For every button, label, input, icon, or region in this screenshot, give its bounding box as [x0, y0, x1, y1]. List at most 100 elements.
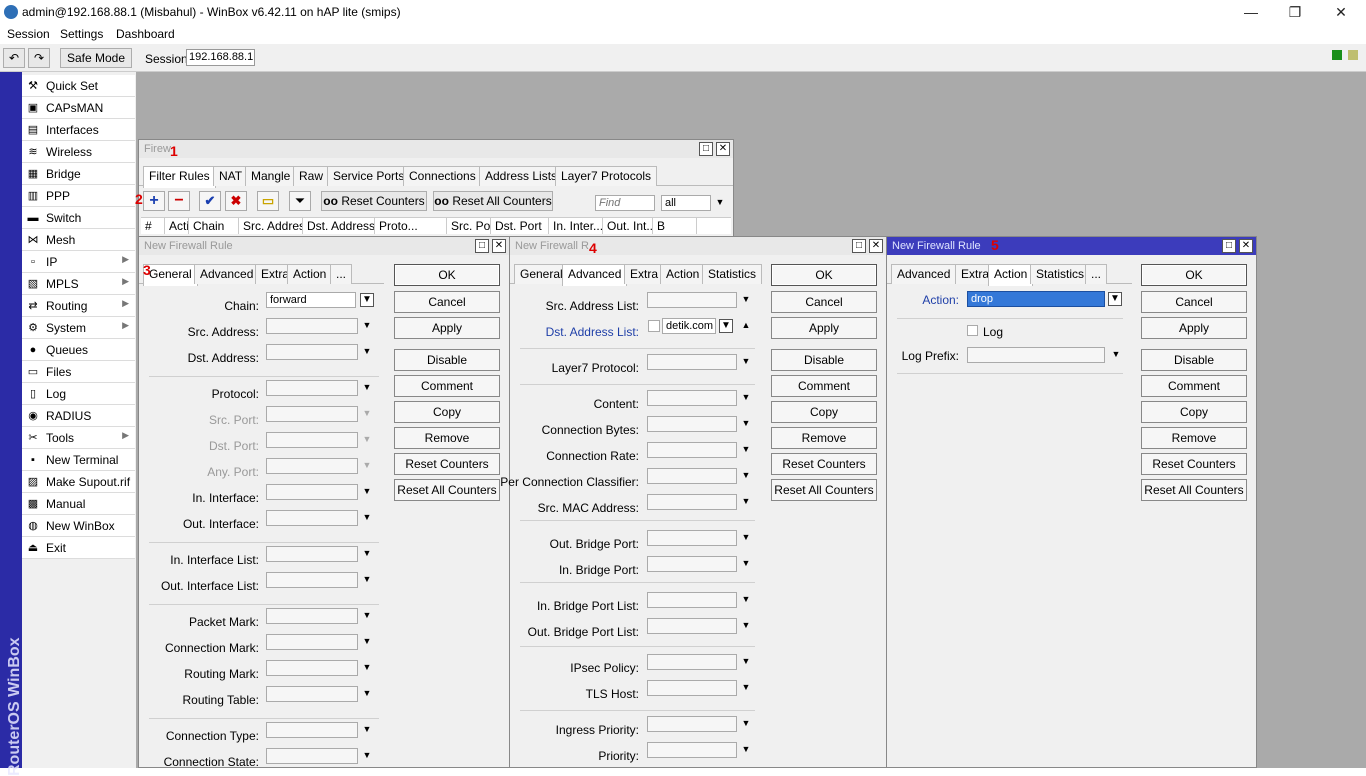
- redo-button[interactable]: ↷: [28, 48, 50, 68]
- connection-bytes-field[interactable]: [647, 416, 737, 432]
- out-interface-dropdown-icon[interactable]: ▼: [362, 512, 372, 522]
- reset-counters-button[interactable]: Reset Counters: [1141, 453, 1247, 475]
- remove-button[interactable]: Remove: [1141, 427, 1247, 449]
- reset-counters-button[interactable]: oo Reset Counters: [321, 191, 427, 211]
- tab-action[interactable]: Action: [660, 264, 706, 284]
- sidebar-item-manual[interactable]: ▩ Manual: [22, 493, 135, 515]
- ok-button[interactable]: OK: [394, 264, 500, 286]
- copy-button[interactable]: Copy: [394, 401, 500, 423]
- column-dst-address[interactable]: Dst. Address: [303, 218, 375, 234]
- comment-icon[interactable]: ▭: [257, 191, 279, 211]
- tab-connections[interactable]: Connections: [403, 166, 482, 186]
- ingress-priority-field[interactable]: [647, 716, 737, 732]
- menu-dashboard[interactable]: Dashboard: [116, 27, 175, 41]
- in-bridge-port-field[interactable]: [647, 556, 737, 572]
- in-bridge-port-list-dropdown-icon[interactable]: ▼: [741, 594, 751, 604]
- tab-advanced[interactable]: Advanced: [194, 264, 260, 284]
- out-interface-list-dropdown-icon[interactable]: ▼: [362, 574, 372, 584]
- sidebar-item-system[interactable]: ⚙ System ▶: [22, 317, 135, 339]
- filter-select[interactable]: all: [661, 195, 711, 211]
- column-dst-port[interactable]: Dst. Port: [491, 218, 549, 234]
- out-bridge-port-field[interactable]: [647, 530, 737, 546]
- tab-action[interactable]: Action: [287, 264, 333, 284]
- dst-address-dropdown-icon[interactable]: ▼: [362, 346, 372, 356]
- ingress-priority-dropdown-icon[interactable]: ▼: [741, 718, 751, 728]
- undo-button[interactable]: ↶: [3, 48, 25, 68]
- tab-advanced[interactable]: Advanced: [891, 264, 957, 284]
- in-bridge-port-list-field[interactable]: [647, 592, 737, 608]
- routing-table-field[interactable]: [266, 686, 358, 702]
- tab-more[interactable]: ...: [330, 264, 353, 284]
- per-connection-classifier-field[interactable]: [647, 468, 737, 484]
- win5-maximize-button[interactable]: □: [1222, 239, 1236, 253]
- tls-host-dropdown-icon[interactable]: ▼: [741, 682, 751, 692]
- tab-advanced[interactable]: Advanced: [562, 264, 628, 286]
- maximize-button[interactable]: ❐: [1284, 2, 1306, 22]
- priority-field[interactable]: [647, 742, 737, 758]
- sidebar-item-queues[interactable]: ● Queues: [22, 339, 135, 361]
- win4-maximize-button[interactable]: □: [852, 239, 866, 253]
- tab-mangle[interactable]: Mangle: [245, 166, 297, 186]
- cancel-button[interactable]: Cancel: [1141, 291, 1247, 313]
- connection-rate-dropdown-icon[interactable]: ▼: [741, 444, 751, 454]
- src-mac-address-dropdown-icon[interactable]: ▼: [741, 496, 751, 506]
- priority-dropdown-icon[interactable]: ▼: [741, 744, 751, 754]
- tab-statistics[interactable]: Statistics: [1030, 264, 1091, 284]
- column-action[interactable]: Action: [165, 218, 189, 234]
- tab-nat[interactable]: NAT: [213, 166, 249, 186]
- sidebar-item-mesh[interactable]: ⋈ Mesh: [22, 229, 135, 251]
- tab-statistics[interactable]: Statistics: [702, 264, 763, 284]
- layer7-protocol-field[interactable]: [647, 354, 737, 370]
- src-address-dropdown-icon[interactable]: ▼: [362, 320, 372, 330]
- disable-button[interactable]: Disable: [771, 349, 877, 371]
- copy-button[interactable]: Copy: [1141, 401, 1247, 423]
- filter-dropdown-icon[interactable]: ▼: [715, 197, 725, 207]
- action-select[interactable]: drop: [967, 291, 1105, 307]
- connection-mark-dropdown-icon[interactable]: ▼: [362, 636, 372, 646]
- apply-button[interactable]: Apply: [771, 317, 877, 339]
- out-interface-list-field[interactable]: [266, 572, 358, 588]
- sidebar-item-mpls[interactable]: ▧ MPLS ▶: [22, 273, 135, 295]
- sidebar-item-make-supout-rif[interactable]: ▨ Make Supout.rif: [22, 471, 135, 493]
- sidebar-item-interfaces[interactable]: ▤ Interfaces: [22, 119, 135, 141]
- dst-address-list-dropdown-icon[interactable]: ▼: [719, 319, 733, 333]
- out-bridge-port-dropdown-icon[interactable]: ▼: [741, 532, 751, 542]
- out-interface-field[interactable]: [266, 510, 358, 526]
- tab-more[interactable]: ...: [1085, 264, 1108, 284]
- close-button[interactable]: ✕: [1330, 2, 1352, 22]
- sidebar-item-new-winbox[interactable]: ◍ New WinBox: [22, 515, 135, 537]
- dst-address-field[interactable]: [266, 344, 358, 360]
- ok-button[interactable]: OK: [771, 264, 877, 286]
- filter-icon[interactable]: ⏷: [289, 191, 311, 211]
- sidebar-item-routing[interactable]: ⇄ Routing ▶: [22, 295, 135, 317]
- column-index[interactable]: #: [141, 218, 165, 234]
- tab-raw[interactable]: Raw: [293, 166, 330, 186]
- column-src-port[interactable]: Src. Port: [447, 218, 491, 234]
- per-connection-classifier-dropdown-icon[interactable]: ▼: [741, 470, 751, 480]
- connection-bytes-dropdown-icon[interactable]: ▼: [741, 418, 751, 428]
- sidebar-item-ip[interactable]: ▫ IP ▶: [22, 251, 135, 273]
- sidebar-item-radius[interactable]: ◉ RADIUS: [22, 405, 135, 427]
- sidebar-item-tools[interactable]: ✂ Tools ▶: [22, 427, 135, 449]
- sidebar-item-files[interactable]: ▭ Files: [22, 361, 135, 383]
- reset-all-counters-button[interactable]: Reset All Counters: [394, 479, 500, 501]
- chain-select[interactable]: forward: [266, 292, 356, 308]
- apply-button[interactable]: Apply: [1141, 317, 1247, 339]
- apply-button[interactable]: Apply: [394, 317, 500, 339]
- win4-close-button[interactable]: ✕: [869, 239, 883, 253]
- content-field[interactable]: [647, 390, 737, 406]
- ipsec-policy-dropdown-icon[interactable]: ▼: [741, 656, 751, 666]
- content-dropdown-icon[interactable]: ▼: [741, 392, 751, 402]
- sidebar-item-new-terminal[interactable]: ▪ New Terminal: [22, 449, 135, 471]
- column-proto[interactable]: Proto...: [375, 218, 447, 234]
- connection-state-dropdown-icon[interactable]: ▼: [362, 750, 372, 760]
- win3-close-button[interactable]: ✕: [492, 239, 506, 253]
- column-out-int[interactable]: Out. Int...: [603, 218, 653, 234]
- connection-type-field[interactable]: [266, 722, 358, 738]
- menu-session[interactable]: Session: [7, 27, 50, 41]
- comment-button[interactable]: Comment: [771, 375, 877, 397]
- routing-mark-field[interactable]: [266, 660, 358, 676]
- routing-table-dropdown-icon[interactable]: ▼: [362, 688, 372, 698]
- in-interface-list-field[interactable]: [266, 546, 358, 562]
- log-prefix-dropdown-icon[interactable]: ▼: [1111, 349, 1121, 359]
